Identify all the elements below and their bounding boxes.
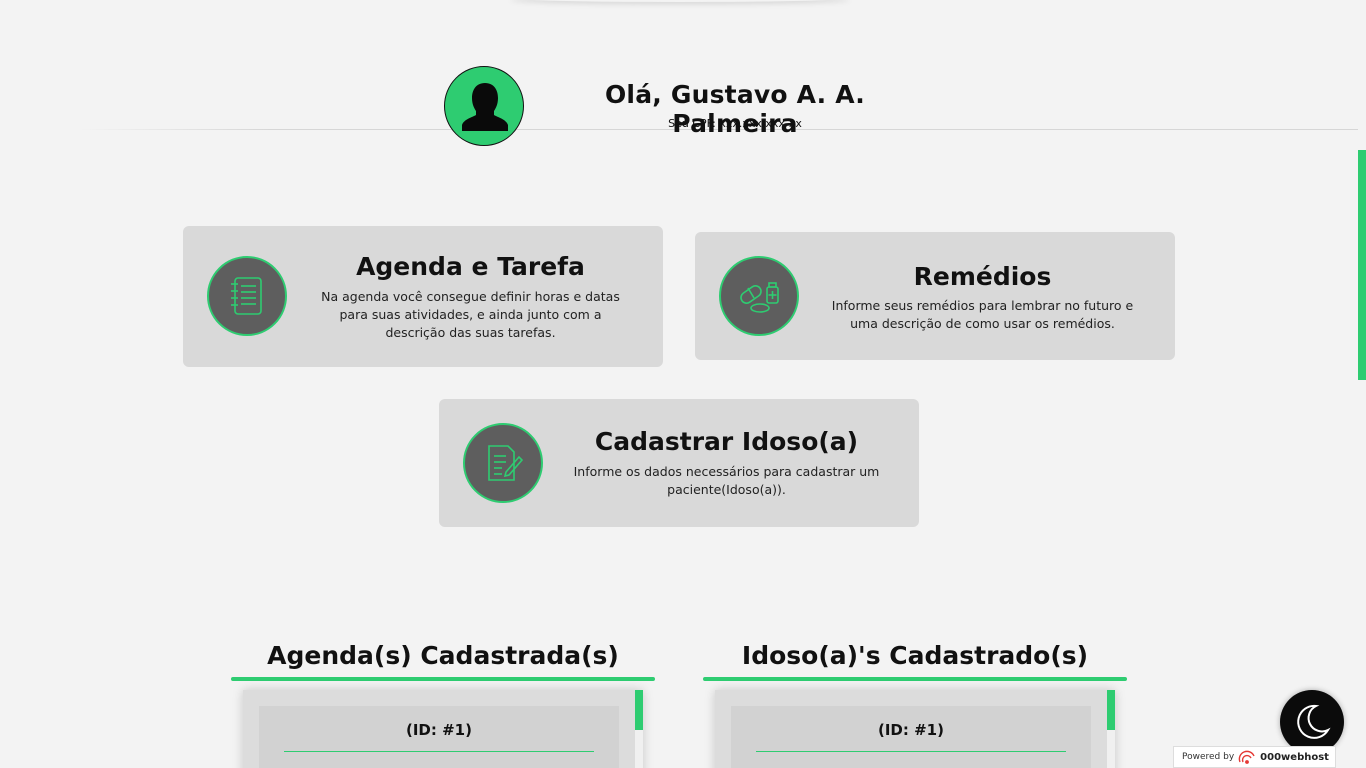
cadastrar-icon-circle [463,423,543,503]
remedios-card-description: Informe seus remédios para lembrar no fu… [831,298,1134,331]
agendas-scrollbar-thumb[interactable] [635,690,643,730]
user-silhouette-icon [462,83,508,131]
idosos-list-panel[interactable]: (ID: #1) [715,690,1115,768]
remedios-icon-circle [719,256,799,336]
agenda-card[interactable]: Agenda e Tarefa Na agenda você consegue … [183,226,663,367]
agenda-item-id: (ID: #1) [406,721,472,739]
dark-mode-toggle[interactable] [1280,690,1344,754]
form-edit-icon [488,445,524,481]
idoso-item-divider [756,751,1066,752]
host-brand-name: 000webhost [1260,751,1329,763]
agenda-card-description: Na agenda você consegue definir horas e … [321,289,620,340]
agenda-card-title: Agenda e Tarefa [356,252,585,281]
idoso-item-id: (ID: #1) [878,721,944,739]
agenda-item-divider [284,751,594,752]
remedios-card[interactable]: Remédios Informe seus remédios para lemb… [695,232,1175,360]
page-scrollbar-thumb[interactable] [1358,150,1366,380]
list-item[interactable]: (ID: #1) [259,706,619,768]
user-cpf: Seu CPF: xxx.xxx.xxx-xx [668,117,802,130]
moon-icon [1297,704,1331,739]
remedios-card-title: Remédios [913,262,1052,291]
idosos-section-title: Idoso(a)'s Cadastrado(s) [741,641,1089,670]
agendas-section-underline [231,677,655,681]
cadastrar-idoso-card[interactable]: Cadastrar Idoso(a) Informe os dados nece… [439,399,919,527]
idosos-section-underline [703,677,1127,681]
powered-by-badge[interactable]: Powered by 000webhost [1173,746,1336,768]
pills-icon [740,282,779,313]
list-item[interactable]: (ID: #1) [731,706,1091,768]
webhost-logo-icon [1238,750,1255,764]
agendas-list-panel[interactable]: (ID: #1) [243,690,643,768]
avatar [444,66,524,146]
agendas-section-title: Agenda(s) Cadastrada(s) [267,641,619,670]
agenda-icon-circle [207,256,287,336]
top-menu-shadow [510,0,850,2]
powered-by-label: Powered by [1182,752,1235,762]
cadastrar-card-title: Cadastrar Idoso(a) [594,427,859,456]
cadastrar-card-description: Informe os dados necessários para cadast… [573,464,880,497]
agendas-scrollbar[interactable] [635,690,643,768]
idosos-scrollbar[interactable] [1107,690,1115,768]
notebook-icon [231,277,262,315]
idosos-scrollbar-thumb[interactable] [1107,690,1115,730]
